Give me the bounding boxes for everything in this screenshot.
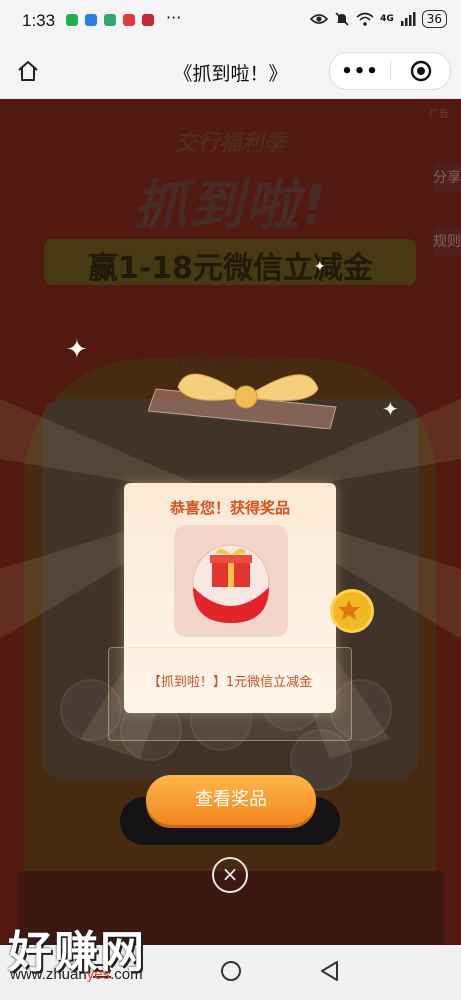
watermark-url-prefix: www.zhuan [10, 966, 87, 983]
more-notifications-icon: ··· [166, 8, 182, 27]
eye-icon [310, 14, 329, 24]
sparkle-icon: ✦ [66, 335, 88, 365]
message-notification-icon [85, 14, 97, 26]
signal-icon [400, 12, 416, 26]
back-triangle-icon[interactable] [318, 959, 342, 983]
mini-program-nav-bar: 《抓到啦！》 ••• [0, 44, 461, 99]
status-bar: 1:33 ··· 4G 36 [0, 0, 461, 44]
prize-card-title: 恭喜您！获得奖品 [169, 499, 290, 517]
status-time: 1:33 [22, 11, 56, 30]
target-circle-icon [410, 60, 431, 82]
close-icon: × [221, 862, 239, 886]
star-coin-icon [330, 589, 374, 633]
sparkle-icon: ✦ [314, 259, 326, 275]
close-modal-button[interactable]: × [212, 857, 248, 893]
mute-icon [335, 12, 349, 26]
gift-lid-bow-icon [148, 373, 337, 429]
wifi-icon [356, 12, 374, 26]
home-circle-icon[interactable] [219, 959, 243, 983]
close-mini-program-button[interactable] [391, 60, 450, 82]
watermark-url: www.zhuanyes.com [10, 966, 143, 983]
prize-image-frame [174, 525, 288, 637]
capsule-menu: ••• [329, 52, 451, 90]
status-right: 4G 36 [310, 10, 447, 28]
wechat-notification-icon [66, 14, 78, 26]
view-prize-button[interactable]: 查看奖品 [146, 775, 316, 825]
game-page: 广告 分享 规则 交行福利季 抓到啦! 赢1-18元微信立减金 抽奖次数：0次 … [0, 99, 461, 945]
notification-icons [66, 14, 154, 26]
more-menu-button[interactable]: ••• [330, 61, 390, 82]
gift-capsule-icon [192, 544, 270, 623]
network-type: 4G [380, 14, 394, 24]
app-notification-icon [123, 14, 135, 26]
bank-notification-icon [142, 14, 154, 26]
calendar-notification-icon [104, 14, 116, 26]
watermark-url-suffix: .com [110, 966, 143, 983]
sparkle-icon: ✦ [382, 397, 399, 421]
star-icon [338, 600, 360, 620]
battery-indicator: 36 [421, 10, 447, 28]
gift-box-glass [108, 647, 352, 741]
watermark-url-highlight: yes [86, 966, 111, 983]
